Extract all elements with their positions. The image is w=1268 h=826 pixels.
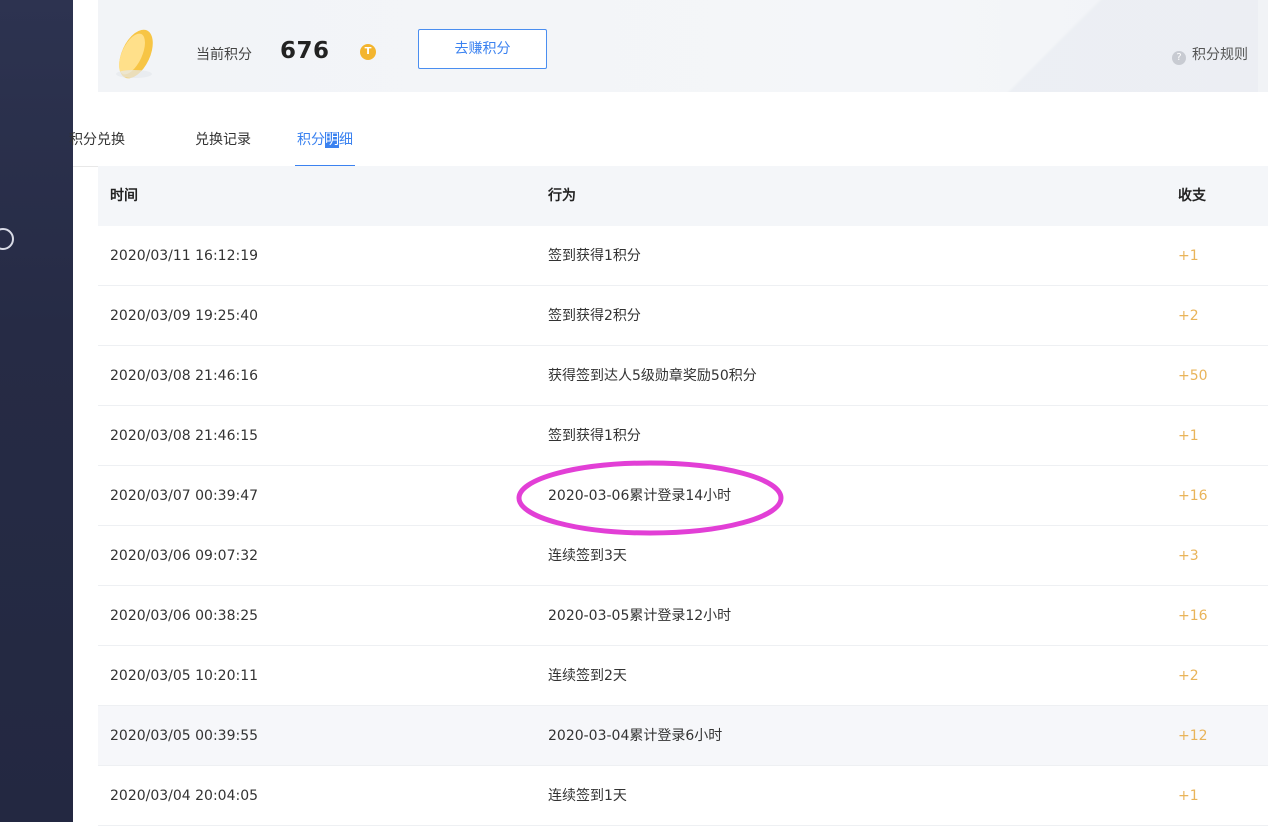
- row-action: 签到获得1积分: [548, 428, 641, 444]
- row-action: 获得签到达人5级勋章奖励50积分: [548, 368, 757, 384]
- row-time: 2020/03/05 10:20:11: [110, 668, 259, 684]
- tab-exchange-records[interactable]: 兑换记录: [195, 129, 251, 165]
- earn-points-button[interactable]: 去赚积分: [418, 29, 547, 69]
- row-action: 2020-03-06累计登录14小时: [548, 488, 732, 504]
- row-action: 2020-03-05累计登录12小时: [548, 608, 732, 624]
- tab-points-exchange[interactable]: 积分兑换: [69, 129, 125, 165]
- tab-points-details-suffix: 细: [339, 132, 353, 148]
- row-time: 2020/03/09 19:25:40: [110, 308, 259, 324]
- row-action: 连续签到2天: [548, 668, 627, 684]
- table-row: 2020/03/05 10:20:11 连续签到2天 +2: [98, 646, 1268, 706]
- row-time: 2020/03/04 20:04:05: [110, 788, 259, 804]
- tab-points-details[interactable]: 积分明细: [295, 129, 355, 167]
- row-action: 连续签到3天: [548, 548, 627, 564]
- table-row: 2020/03/08 21:46:16 获得签到达人5级勋章奖励50积分 +50: [98, 346, 1268, 406]
- row-amount: +3: [1178, 548, 1199, 564]
- current-points-label: 当前积分: [196, 47, 252, 63]
- coin-icon: T: [360, 44, 376, 60]
- row-amount: +1: [1178, 788, 1199, 804]
- table-row: 2020/03/11 16:12:19 签到获得1积分 +1: [98, 226, 1268, 286]
- points-rules-link[interactable]: ? 积分规则: [1172, 44, 1248, 65]
- row-action: 2020-03-04累计登录6小时: [548, 728, 723, 744]
- row-amount: +16: [1178, 488, 1208, 504]
- tab-points-details-prefix: 积分: [297, 132, 325, 148]
- row-time: 2020/03/06 09:07:32: [110, 548, 259, 564]
- row-amount: +2: [1178, 308, 1199, 324]
- tab-points-details-selected-text: 明: [325, 132, 339, 148]
- table-header: 时间 行为 收支: [98, 166, 1268, 226]
- row-time: 2020/03/07 00:39:47: [110, 488, 259, 504]
- help-icon: ?: [1172, 51, 1186, 65]
- sidebar-ring-icon[interactable]: [0, 228, 14, 250]
- row-time: 2020/03/08 21:46:15: [110, 428, 259, 444]
- points-header: 当前积分 676 T 去赚积分 ? 积分规则: [98, 0, 1268, 92]
- column-header-action: 行为: [548, 188, 576, 204]
- column-header-amount: 收支: [1178, 188, 1206, 204]
- table-row: 2020/03/09 19:25:40 签到获得2积分 +2: [98, 286, 1268, 346]
- table-row: 2020/03/06 09:07:32 连续签到3天 +3: [98, 526, 1268, 586]
- tab-bar: 积分兑换 兑换记录 积分明细: [69, 118, 1268, 167]
- row-action: 签到获得2积分: [548, 308, 641, 324]
- table-row: 2020/03/08 21:46:15 签到获得1积分 +1: [98, 406, 1268, 466]
- row-time: 2020/03/11 16:12:19: [110, 248, 259, 264]
- row-action: 连续签到1天: [548, 788, 627, 804]
- table-row: 2020/03/04 20:04:05 连续签到1天 +1: [98, 766, 1268, 826]
- table-row: 2020/03/06 00:38:25 2020-03-05累计登录12小时 +…: [98, 586, 1268, 646]
- sidebar: [0, 0, 73, 822]
- points-detail-table: 时间 行为 收支 2020/03/11 16:12:19 签到获得1积分 +1 …: [98, 166, 1268, 826]
- current-points-value: 676: [280, 38, 330, 64]
- row-amount: +1: [1178, 428, 1199, 444]
- row-amount: +2: [1178, 668, 1199, 684]
- column-header-time: 时间: [110, 188, 138, 204]
- row-time: 2020/03/05 00:39:55: [110, 728, 259, 744]
- row-amount: +50: [1178, 368, 1208, 384]
- row-amount: +12: [1178, 728, 1208, 744]
- row-amount: +16: [1178, 608, 1208, 624]
- main-content: 当前积分 676 T 去赚积分 ? 积分规则 积分兑换 兑换记录 积分明细 时间 …: [69, 0, 1268, 826]
- row-amount: +1: [1178, 248, 1199, 264]
- coin-illustration-icon: [116, 29, 153, 79]
- points-rules-label: 积分规则: [1192, 47, 1248, 63]
- row-time: 2020/03/06 00:38:25: [110, 608, 259, 624]
- row-action: 签到获得1积分: [548, 248, 641, 264]
- row-time: 2020/03/08 21:46:16: [110, 368, 259, 384]
- table-row: 2020/03/07 00:39:47 2020-03-06累计登录14小时 +…: [98, 466, 1268, 526]
- table-row: 2020/03/05 00:39:55 2020-03-04累计登录6小时 +1…: [98, 706, 1268, 766]
